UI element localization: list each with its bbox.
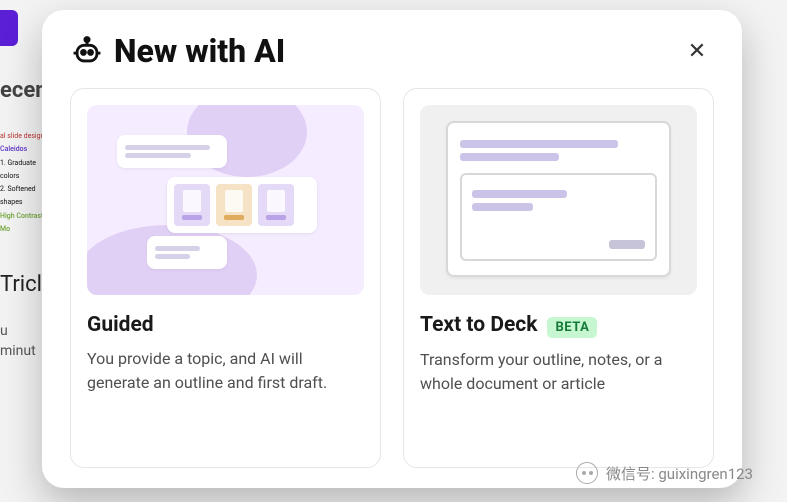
text-to-deck-card-description: Transform your outline, notes, or a whol… [420, 348, 697, 396]
modal-title-wrap: New with AI [70, 32, 285, 70]
bg-trick-label: Tricl [0, 272, 42, 297]
card-title-text: Text to Deck [420, 313, 537, 337]
text-to-deck-card[interactable]: Text to Deck BETA Transform your outline… [403, 88, 714, 468]
guided-thumbnail [87, 105, 364, 295]
guided-card-description: You provide a topic, and AI will generat… [87, 347, 364, 395]
robot-icon [70, 34, 104, 68]
beta-badge: BETA [547, 317, 597, 338]
card-title-text: Guided [87, 313, 154, 337]
text-to-deck-thumbnail [420, 105, 697, 295]
bg-accent-badge [0, 10, 18, 46]
watermark-text: 微信号: guixingren123 [606, 463, 753, 484]
modal-header: New with AI ✕ [70, 32, 714, 70]
wechat-icon [576, 462, 598, 484]
guided-card-title: Guided [87, 313, 364, 337]
modal-title: New with AI [114, 32, 285, 70]
close-icon: ✕ [688, 38, 706, 64]
guided-card[interactable]: Guided You provide a topic, and AI will … [70, 88, 381, 468]
close-button[interactable]: ✕ [680, 34, 714, 68]
card-grid: Guided You provide a topic, and AI will … [70, 88, 714, 468]
new-with-ai-modal: New with AI ✕ Guided You provide a topic… [42, 10, 742, 488]
text-to-deck-card-title: Text to Deck BETA [420, 313, 697, 338]
watermark: 微信号: guixingren123 [576, 462, 753, 484]
bg-minute-label: u minut [0, 322, 36, 361]
